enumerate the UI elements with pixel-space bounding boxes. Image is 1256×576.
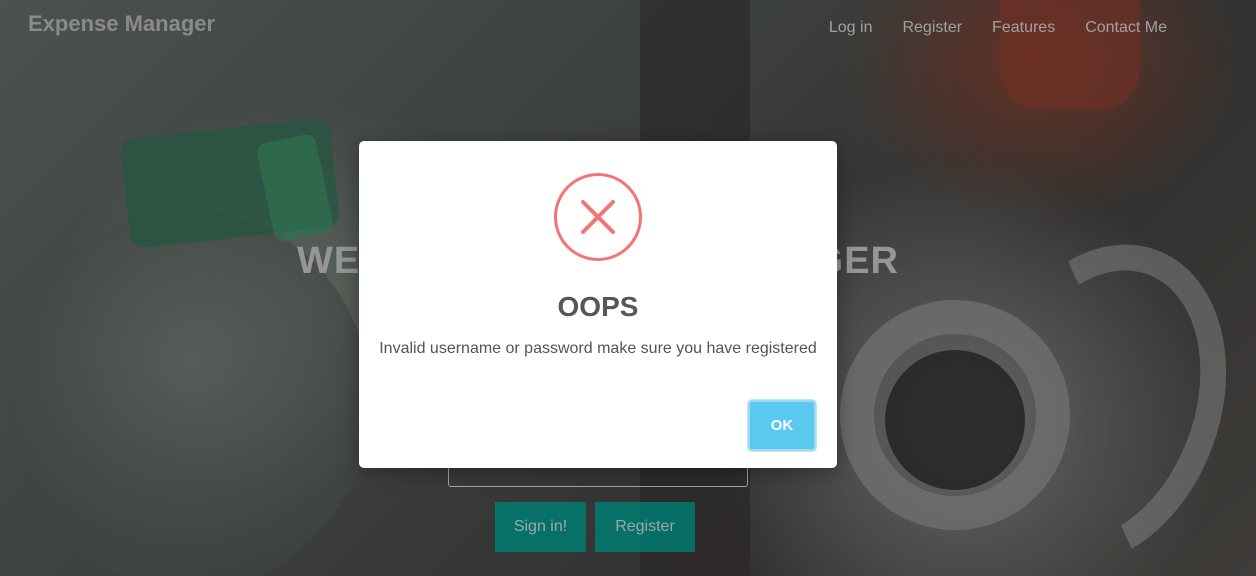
error-dialog: OOPS Invalid username or password make s… xyxy=(359,141,837,468)
error-x-icon xyxy=(554,173,642,261)
ok-button[interactable]: OK xyxy=(748,400,816,451)
page: Expense Manager Log in Register Features… xyxy=(0,0,1256,576)
dialog-message: Invalid username or password make sure y… xyxy=(379,340,817,357)
dialog-title: OOPS xyxy=(557,291,639,322)
